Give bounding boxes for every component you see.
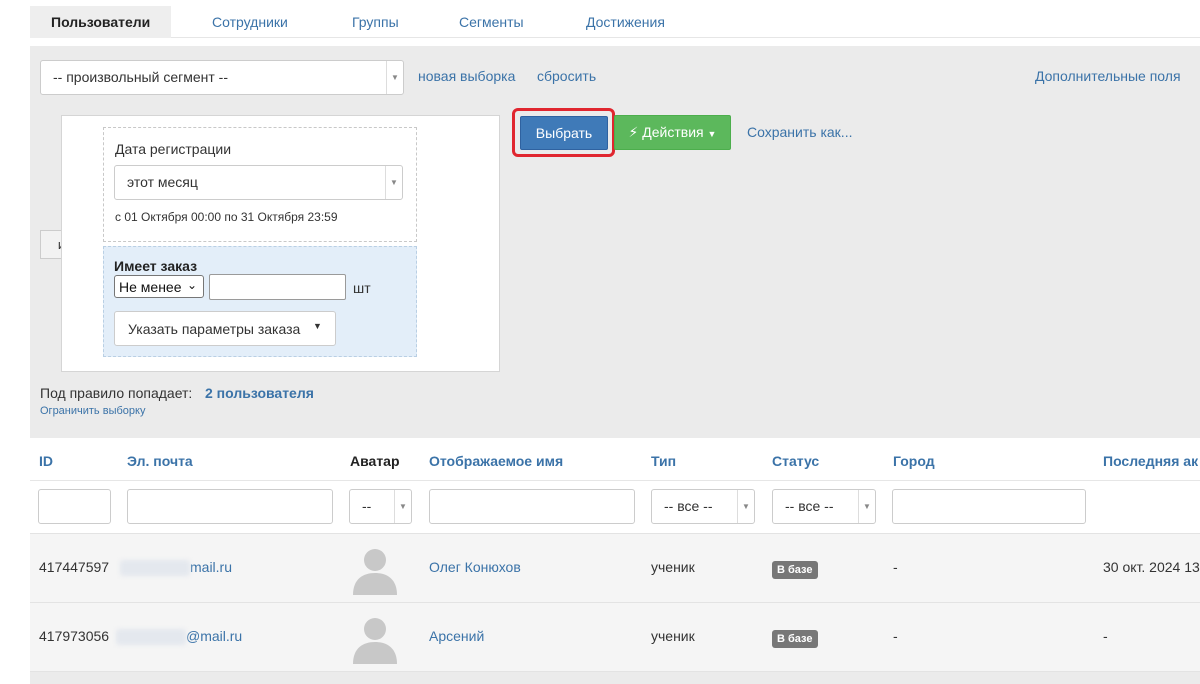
status-filter-value: -- все -- bbox=[785, 498, 834, 514]
chevron-down-icon: ▼ bbox=[386, 61, 403, 94]
reset-link[interactable]: сбросить bbox=[537, 68, 596, 84]
rule-group: Дата регистрации этот месяц ▼ с 01 Октяб… bbox=[61, 115, 500, 372]
avatar-placeholder-icon bbox=[353, 618, 397, 664]
table-row bbox=[30, 671, 1200, 684]
status-badge: В базе bbox=[772, 561, 818, 579]
chevron-down-icon: ▼ bbox=[385, 166, 402, 199]
segment-select[interactable]: -- произвольный сегмент -- ▼ bbox=[40, 60, 404, 95]
order-params-button[interactable]: Указать параметры заказа ▼ bbox=[114, 311, 336, 346]
user-email[interactable]: mail.ru bbox=[120, 559, 233, 577]
email-filter-input[interactable] bbox=[127, 489, 333, 524]
user-city: - bbox=[893, 628, 898, 644]
period-select[interactable]: этот месяц ▼ bbox=[114, 165, 403, 200]
operator-select-value: Не менее bbox=[119, 279, 182, 295]
column-header-avatar: Аватар bbox=[350, 453, 400, 469]
email-domain: @mail.ru bbox=[186, 628, 243, 644]
user-type: ученик bbox=[651, 559, 695, 575]
column-header-last-activity[interactable]: Последняя ак bbox=[1103, 453, 1198, 469]
email-domain: mail.ru bbox=[190, 559, 233, 575]
unit-label: шт bbox=[353, 280, 371, 296]
tab-employees[interactable]: Сотрудники bbox=[191, 6, 309, 38]
status-badge: В базе bbox=[772, 630, 818, 648]
segment-select-value: -- произвольный сегмент -- bbox=[53, 69, 228, 85]
type-filter-value: -- все -- bbox=[664, 498, 713, 514]
tab-groups[interactable]: Группы bbox=[331, 6, 420, 38]
select-button[interactable]: Выбрать bbox=[520, 116, 608, 150]
avatar-filter-select[interactable]: -- ▼ bbox=[349, 489, 412, 524]
tab-users[interactable]: Пользователи bbox=[30, 6, 172, 38]
redacted-email-part bbox=[120, 560, 190, 577]
column-header-id[interactable]: ID bbox=[39, 453, 53, 469]
id-filter-input[interactable] bbox=[38, 489, 111, 524]
user-email[interactable]: @mail.ru bbox=[116, 628, 243, 646]
avatar-filter-value: -- bbox=[362, 498, 372, 514]
result-count-link[interactable]: 2 пользователя bbox=[205, 385, 314, 401]
column-header-email[interactable]: Эл. почта bbox=[127, 453, 193, 469]
actions-label: Действия bbox=[642, 124, 704, 140]
user-id: 417973056 bbox=[39, 628, 110, 644]
user-id: 417447597 bbox=[39, 559, 110, 575]
type-filter-select[interactable]: -- все -- ▼ bbox=[651, 489, 755, 524]
user-type: ученик bbox=[651, 628, 695, 644]
column-header-status[interactable]: Статус bbox=[772, 453, 819, 469]
caret-down-icon: ▼ bbox=[707, 129, 717, 139]
save-as-link[interactable]: Сохранить как... bbox=[747, 124, 852, 140]
quantity-input[interactable] bbox=[209, 274, 346, 300]
chevron-down-icon: ⌄ bbox=[187, 278, 198, 292]
city-filter-input[interactable] bbox=[892, 489, 1086, 524]
new-selection-link[interactable]: новая выборка bbox=[418, 68, 515, 84]
redacted-email-part bbox=[116, 629, 186, 646]
condition-title: Имеет заказ bbox=[114, 258, 198, 274]
name-filter-input[interactable] bbox=[429, 489, 635, 524]
result-prefix: Под правило попадает: bbox=[40, 385, 193, 401]
chevron-down-icon: ▼ bbox=[394, 490, 411, 523]
user-city: - bbox=[893, 559, 898, 575]
table-row: 417973056 @mail.ru Арсений ученик В базе… bbox=[30, 602, 1200, 671]
chevron-down-icon: ▼ bbox=[737, 490, 754, 523]
extra-fields-link[interactable]: Дополнительные поля bbox=[1035, 68, 1181, 84]
column-header-city[interactable]: Город bbox=[893, 453, 935, 469]
condition-registration-date: Дата регистрации этот месяц ▼ с 01 Октяб… bbox=[103, 127, 417, 242]
tab-achievements[interactable]: Достижения bbox=[565, 6, 686, 38]
user-last-activity: - bbox=[1103, 628, 1108, 644]
chevron-down-icon: ▼ bbox=[858, 490, 875, 523]
filter-panel: -- произвольный сегмент -- ▼ новая выбор… bbox=[30, 46, 1200, 438]
column-header-display-name[interactable]: Отображаемое имя bbox=[429, 453, 563, 469]
lightning-icon: ⚡ bbox=[628, 124, 639, 140]
avatar-placeholder-icon bbox=[353, 549, 397, 595]
condition-has-order: Имеет заказ Не менее ⌄ шт Указать параме… bbox=[103, 246, 417, 357]
limit-selection-link[interactable]: Ограничить выборку bbox=[40, 405, 145, 417]
status-filter-select[interactable]: -- все -- ▼ bbox=[772, 489, 876, 524]
actions-button[interactable]: ⚡ Действия ▼ bbox=[614, 115, 731, 150]
period-select-value: этот месяц bbox=[127, 174, 198, 190]
caret-down-icon: ▼ bbox=[313, 321, 322, 331]
column-header-type[interactable]: Тип bbox=[651, 453, 676, 469]
condition-title: Дата регистрации bbox=[115, 141, 232, 157]
table-row: 417447597 mail.ru Олег Конюхов ученик В … bbox=[30, 533, 1200, 602]
tab-segments[interactable]: Сегменты bbox=[438, 6, 545, 38]
operator-select[interactable]: Не менее ⌄ bbox=[114, 275, 204, 298]
user-display-name[interactable]: Олег Конюхов bbox=[429, 559, 521, 575]
user-last-activity: 30 окт. 2024 13 bbox=[1103, 559, 1200, 575]
date-range-text: с 01 Октября 00:00 по 31 Октября 23:59 bbox=[115, 210, 338, 224]
user-display-name[interactable]: Арсений bbox=[429, 628, 484, 644]
tab-bar: Пользователи Сотрудники Группы Сегменты … bbox=[30, 0, 1200, 38]
order-params-label: Указать параметры заказа bbox=[128, 321, 301, 337]
header-divider bbox=[30, 480, 1200, 481]
